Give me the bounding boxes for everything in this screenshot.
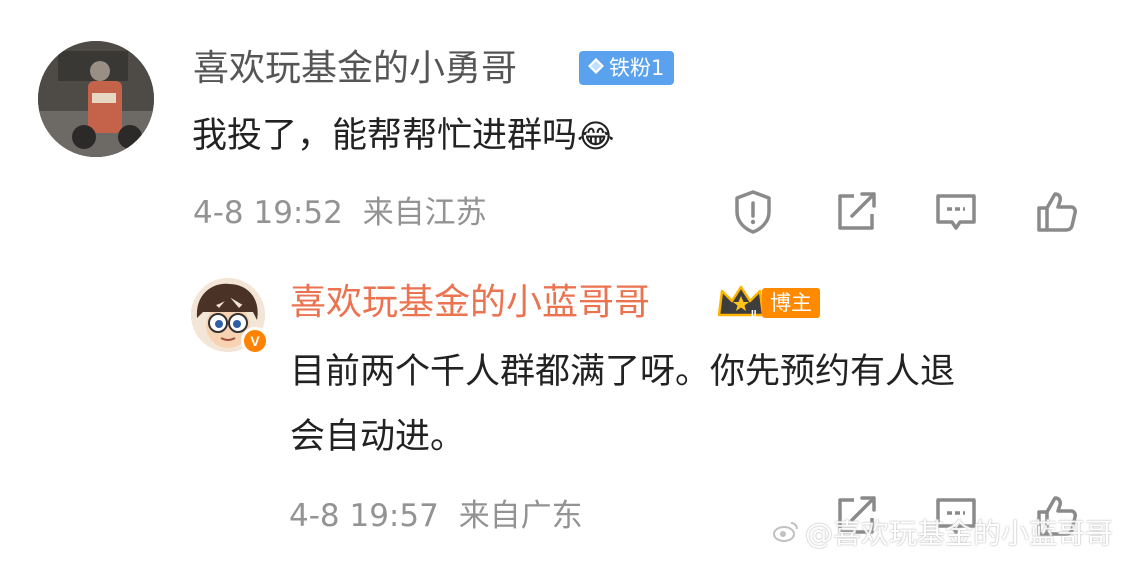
laughing-emoji-icon: 😂 [577, 117, 615, 155]
blogger-badge: II 博主 [716, 285, 820, 321]
fan-badge-label: 铁粉1 [609, 56, 665, 80]
comment-username[interactable]: 喜欢玩基金的小勇哥 [193, 47, 517, 91]
report-icon[interactable] [729, 188, 777, 236]
reply-time: 4-8 19:57 [289, 498, 439, 534]
rank-label: II [751, 309, 757, 319]
share-icon[interactable] [832, 188, 880, 236]
verified-icon: V [250, 333, 260, 349]
reply-meta: 4-8 19:57 来自广东 [289, 496, 583, 536]
avatar[interactable] [38, 41, 154, 157]
comment-location: 来自江苏 [362, 195, 487, 231]
comment-text: 我投了，能帮帮忙进群吗😂 [192, 106, 614, 166]
reply-text-line-2: 会自动进。 [290, 417, 466, 457]
watermark: @喜欢玩基金的小蓝哥哥 [772, 512, 1113, 552]
weibo-logo-icon [772, 516, 799, 549]
comment-icon[interactable] [932, 188, 980, 236]
watermark-text: @喜欢玩基金的小蓝哥哥 [804, 517, 1113, 550]
like-icon[interactable] [1033, 188, 1081, 236]
reply-location: 来自广东 [458, 498, 583, 534]
reply-text-line-1: 目前两个千人群都满了呀。你先预约有人退 [290, 352, 956, 392]
blogger-tag: 博主 [762, 288, 820, 318]
comment-meta: 4-8 19:52 来自江苏 [193, 193, 487, 233]
verified-badge: V [241, 327, 269, 355]
comment-time: 4-8 19:52 [193, 195, 343, 231]
crown-icon: II [716, 283, 766, 323]
comment-text-content: 我投了，能帮帮忙进群吗 [192, 116, 578, 156]
diamond-icon [587, 51, 605, 85]
reply-username[interactable]: 喜欢玩基金的小蓝哥哥 [290, 281, 650, 325]
fan-badge: 铁粉1 [579, 51, 675, 85]
